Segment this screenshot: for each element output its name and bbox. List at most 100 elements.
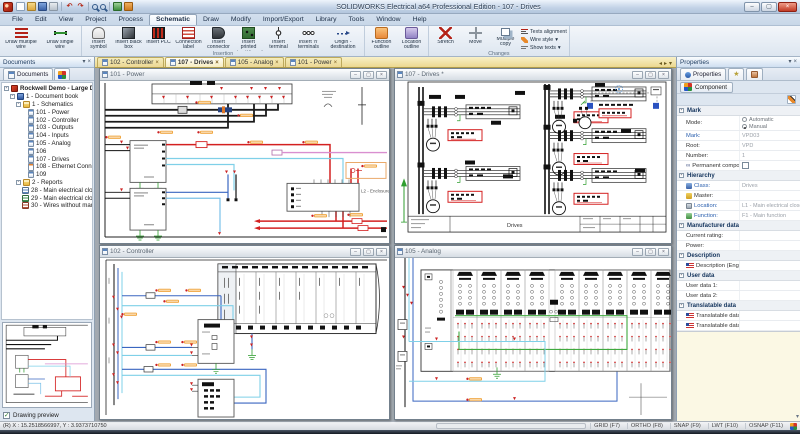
description-value[interactable] (739, 261, 800, 270)
new-icon[interactable] (16, 2, 25, 11)
master-value[interactable] (739, 191, 800, 200)
translatable-1-value[interactable] (739, 311, 800, 320)
maximize-button[interactable]: ▢ (761, 2, 777, 12)
lwt-toggle[interactable]: LWT (F10) (708, 423, 741, 429)
tree-item-106[interactable]: 106 (4, 147, 92, 155)
tree-item-109[interactable]: 109 (4, 171, 92, 179)
mode-value[interactable]: Automatic Manual (739, 116, 800, 130)
class-value[interactable]: Drives (739, 181, 800, 190)
menu-library[interactable]: Library (310, 15, 343, 25)
redo-icon[interactable]: ↷ (76, 2, 85, 11)
tree-item-report-29[interactable]: 29 - Main electrical closet (4, 194, 92, 202)
section-hierarchy[interactable]: -Hierarchy (677, 171, 800, 181)
wire-style-button[interactable]: Wire style▾ (521, 36, 567, 43)
solidworks-status-icon[interactable] (790, 423, 797, 430)
close-tab-icon[interactable]: × (155, 60, 159, 66)
panel-pin-icon[interactable]: ▾ (82, 59, 85, 65)
tree-item-104-inputs[interactable]: 104 - Inputs (4, 132, 92, 140)
current-rating-value[interactable] (739, 231, 800, 240)
scroll-tabs-left-icon[interactable]: ◂ (659, 60, 662, 67)
zoom-in-icon[interactable] (92, 4, 98, 10)
tab-properties[interactable]: Properties (680, 68, 726, 80)
translatable-2-value[interactable] (739, 321, 800, 330)
root-value[interactable]: VPD (739, 141, 800, 150)
close-tab-icon[interactable]: × (275, 60, 279, 66)
ortho-toggle[interactable]: ORTHO (F8) (627, 423, 666, 429)
radio-automatic[interactable]: Automatic (742, 117, 773, 123)
schematic-canvas-102-controller[interactable] (100, 258, 389, 419)
user-data-1-value[interactable] (739, 281, 800, 290)
close-button[interactable]: × (778, 2, 797, 12)
radio-manual[interactable]: Manual (742, 124, 767, 130)
child-window-titlebar[interactable]: 102 - Controller – ▢ × (100, 246, 389, 258)
number-value[interactable]: 1 (739, 151, 800, 160)
section-manufacturer[interactable]: -Manufacturer data (677, 221, 800, 231)
location-value[interactable]: L1 - Main electrical closet (739, 201, 800, 210)
insert-terminal-button[interactable]: Insert terminal (264, 27, 293, 51)
snap-toggle[interactable]: SNAP (F9) (670, 423, 704, 429)
minimize-button[interactable]: – (744, 2, 760, 12)
child-window-titlebar[interactable]: 107 - Drives * – ▢ × (395, 69, 671, 81)
child-minimize-button[interactable]: – (350, 71, 361, 79)
component-button[interactable]: Component (680, 82, 733, 93)
child-maximize-button[interactable]: ▢ (645, 248, 656, 256)
menu-edit[interactable]: Edit (29, 15, 53, 25)
draw-multiple-wire-button[interactable]: Draw multiple wire (2, 27, 40, 51)
user-data-2-value[interactable] (739, 291, 800, 300)
section-translatable[interactable]: -Translatable data (677, 301, 800, 311)
tree-item-108-ethernet[interactable]: 108 - Ethernet Connect (4, 163, 92, 171)
scroll-down-icon[interactable]: ▾ (796, 413, 799, 420)
open-icon[interactable] (27, 2, 36, 11)
section-user-data[interactable]: -User data (677, 271, 800, 281)
tab-misc[interactable] (746, 68, 763, 80)
tab-favorites[interactable]: ★ (728, 68, 744, 80)
drawing-preview-checkbox[interactable]: ✓ (3, 412, 10, 419)
child-minimize-button[interactable]: – (632, 248, 643, 256)
tree-item-101-power[interactable]: 101 - Power (4, 108, 92, 116)
show-texts-button[interactable]: Show texts▾ (521, 44, 567, 51)
tree-item-document-book[interactable]: -1 - Document book (4, 93, 92, 101)
tree-item-reports-folder[interactable]: -2 - Reports (4, 179, 92, 187)
child-close-button[interactable]: × (376, 248, 387, 256)
connection-label-button[interactable]: Connection label (174, 27, 203, 51)
schematic-canvas-107-drives[interactable]: Drives (395, 81, 671, 243)
save-icon[interactable] (38, 2, 47, 11)
menu-draw[interactable]: Draw (197, 15, 225, 25)
child-minimize-button[interactable]: – (632, 71, 643, 79)
menu-help[interactable]: Help (407, 15, 433, 25)
origin-destination-arrows-button[interactable]: Origin - destination arrows (324, 27, 362, 51)
insert-connector-button[interactable]: Insert connector (204, 27, 233, 51)
function-outline-button[interactable]: Function outline (367, 27, 396, 51)
texts-alignment-button[interactable]: Texts alignment (521, 28, 567, 35)
tree-item-schematics-folder[interactable]: -1 - Schematics (4, 101, 92, 109)
insert-n-terminals-button[interactable]: Insert 'n' terminals (294, 27, 323, 51)
insert-pcb-button[interactable]: Insert printed circuit board (234, 27, 263, 51)
location-outline-button[interactable]: Location outline (397, 27, 426, 51)
tab-documents[interactable]: Documents (3, 68, 53, 80)
section-description[interactable]: -Description (677, 251, 800, 261)
grid-toggle[interactable]: GRID (F7) (590, 423, 623, 429)
insert-black-box-button[interactable]: Insert black box (114, 27, 143, 51)
doc-tab-102-controller[interactable]: 102 - Controller× (97, 57, 164, 67)
child-maximize-button[interactable]: ▢ (363, 248, 374, 256)
child-maximize-button[interactable]: ▢ (363, 71, 374, 79)
close-tab-icon[interactable]: × (334, 60, 338, 66)
insert-plc-button[interactable]: Insert PLC (144, 27, 173, 51)
menu-schematic[interactable]: Schematic (149, 14, 197, 25)
menu-modify[interactable]: Modify (225, 15, 257, 25)
tree-item-105-analog[interactable]: 105 - Analog (4, 140, 92, 148)
menu-project[interactable]: Project (79, 15, 112, 25)
tree-item-107-drives[interactable]: 107 - Drives (4, 155, 92, 163)
print-icon[interactable] (49, 2, 58, 11)
panel-close-icon[interactable]: × (87, 59, 91, 65)
child-maximize-button[interactable]: ▢ (645, 71, 656, 79)
tree-item-report-30[interactable]: 30 - Wires without mark (4, 202, 92, 210)
move-button[interactable]: Move (461, 27, 490, 51)
menu-import-export[interactable]: Import/Export (257, 15, 310, 25)
insert-symbol-button[interactable]: Insert symbol (84, 27, 113, 51)
tree-item-103-outputs[interactable]: 103 - Outputs (4, 124, 92, 132)
child-close-button[interactable]: × (376, 71, 387, 79)
tree-item-project[interactable]: -Rockwell Demo - Large Discre (4, 85, 92, 93)
tree-item-102-controller[interactable]: 102 - Controller (4, 116, 92, 124)
draw-single-wire-button[interactable]: Draw single wire (41, 27, 79, 51)
